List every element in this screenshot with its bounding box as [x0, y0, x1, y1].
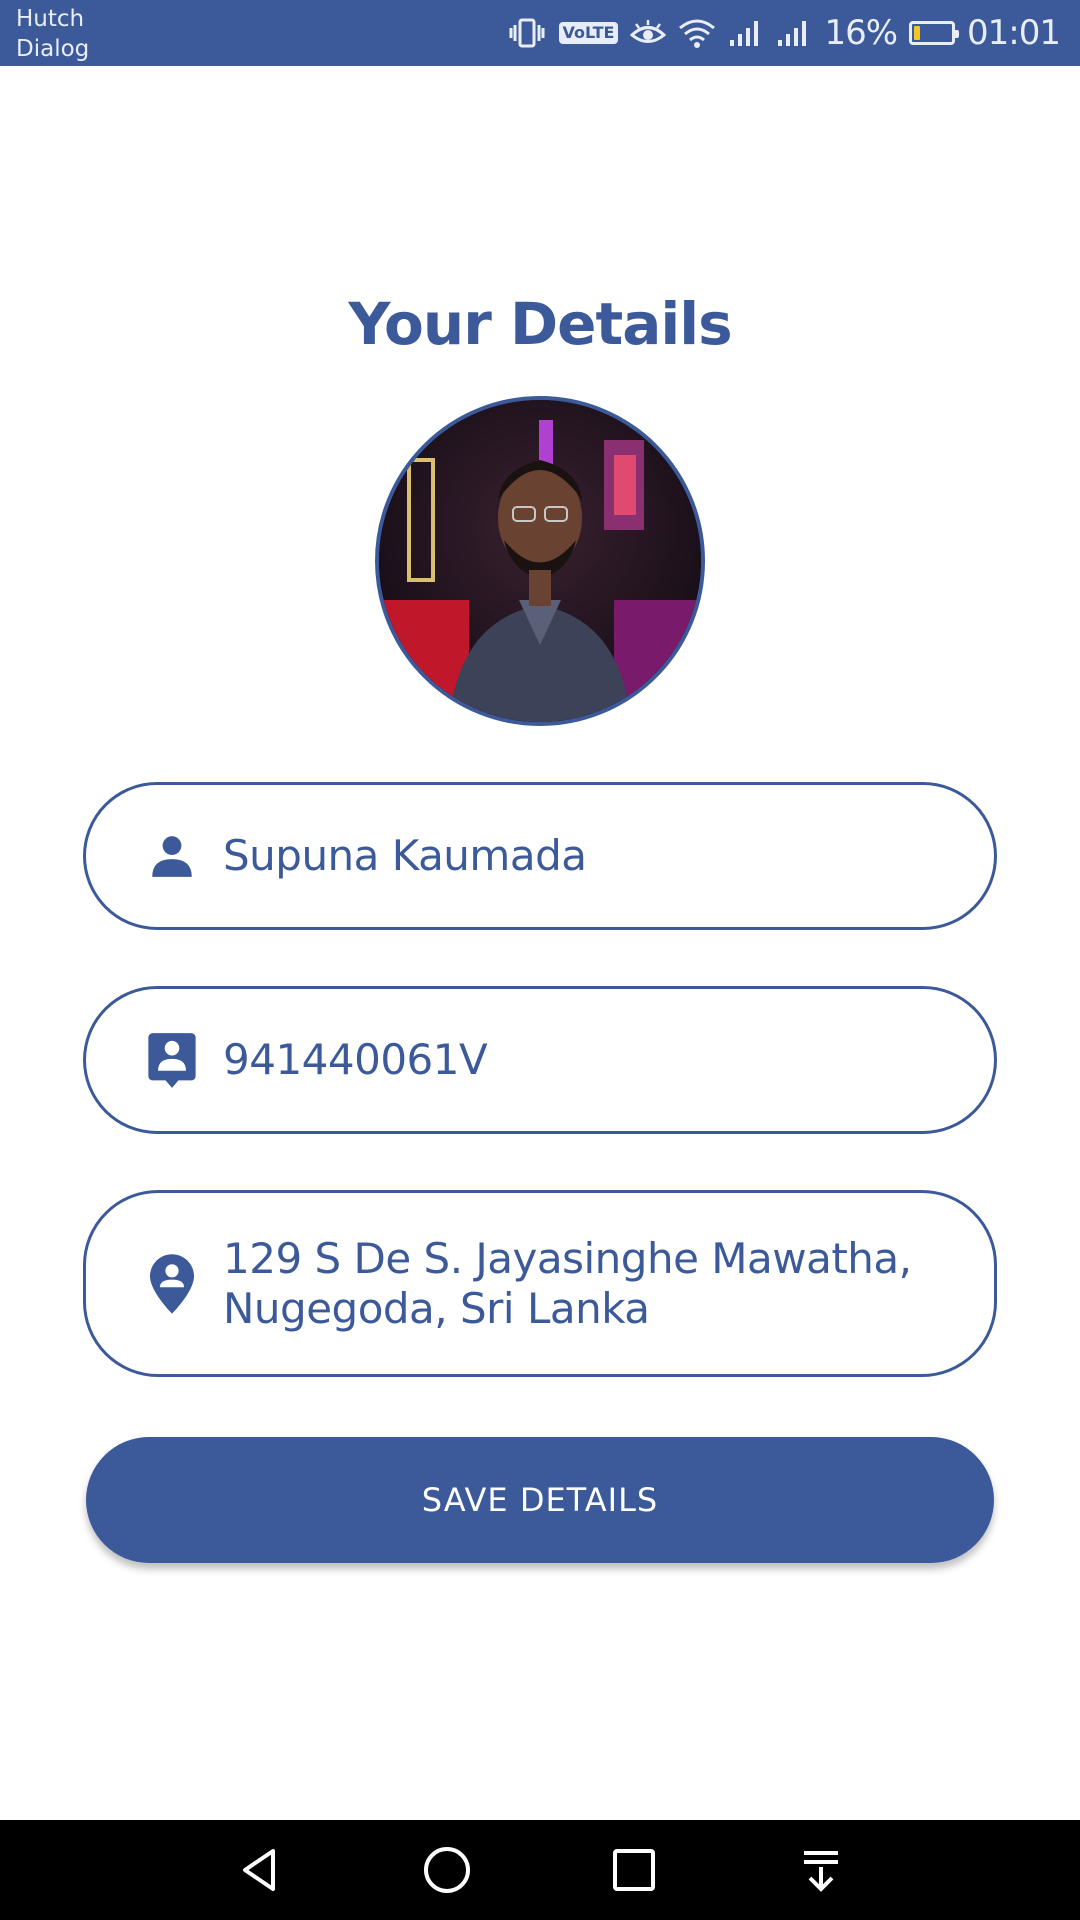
- address-line-1: 129 S De S. Jayasinghe Mawatha,: [223, 1233, 912, 1283]
- address-value: 129 S De S. Jayasinghe Mawatha, Nugegoda…: [223, 1234, 912, 1334]
- home-icon[interactable]: [417, 1840, 477, 1900]
- volte-icon: VoLTE: [558, 22, 619, 44]
- wifi-icon: [678, 17, 716, 49]
- signal-icon: [728, 18, 764, 48]
- location-pin-icon: [132, 1253, 212, 1314]
- profile-photo[interactable]: [375, 396, 705, 726]
- status-icons: VoLTE 16% 01:01: [507, 0, 1061, 66]
- person-icon: [132, 831, 212, 881]
- carrier-labels: Hutch Dialog: [16, 4, 89, 64]
- contact-card-icon: [132, 1031, 212, 1089]
- navigation-bar: [0, 1820, 1080, 1920]
- carrier-1: Hutch: [16, 6, 85, 32]
- battery-level: [914, 26, 921, 40]
- battery-icon: [909, 21, 960, 45]
- address-field[interactable]: 129 S De S. Jayasinghe Mawatha, Nugegoda…: [83, 1190, 997, 1377]
- battery-percent: 16%: [824, 13, 898, 53]
- name-field[interactable]: Supuna Kaumada: [83, 782, 997, 930]
- signal-icon: [776, 18, 812, 48]
- address-line-2: Nugegoda, Sri Lanka: [223, 1283, 650, 1333]
- notification-pull-icon[interactable]: [791, 1840, 851, 1900]
- nic-value: 941440061V: [223, 1035, 488, 1084]
- eye-comfort-icon: [630, 18, 667, 48]
- save-details-button[interactable]: SAVE DETAILS: [86, 1437, 994, 1563]
- clock: 01:01: [967, 13, 1061, 53]
- back-icon[interactable]: [230, 1840, 290, 1900]
- recents-icon[interactable]: [604, 1840, 664, 1900]
- name-value: Supuna Kaumada: [223, 831, 587, 880]
- page-title: Your Details: [348, 290, 732, 358]
- vibrate-icon: [507, 17, 547, 49]
- status-bar: Hutch Dialog VoLTE 16% 01:01: [0, 0, 1080, 66]
- nic-field[interactable]: 941440061V: [83, 986, 997, 1134]
- profile-photo-image: [379, 400, 701, 722]
- carrier-2: Dialog: [16, 36, 90, 62]
